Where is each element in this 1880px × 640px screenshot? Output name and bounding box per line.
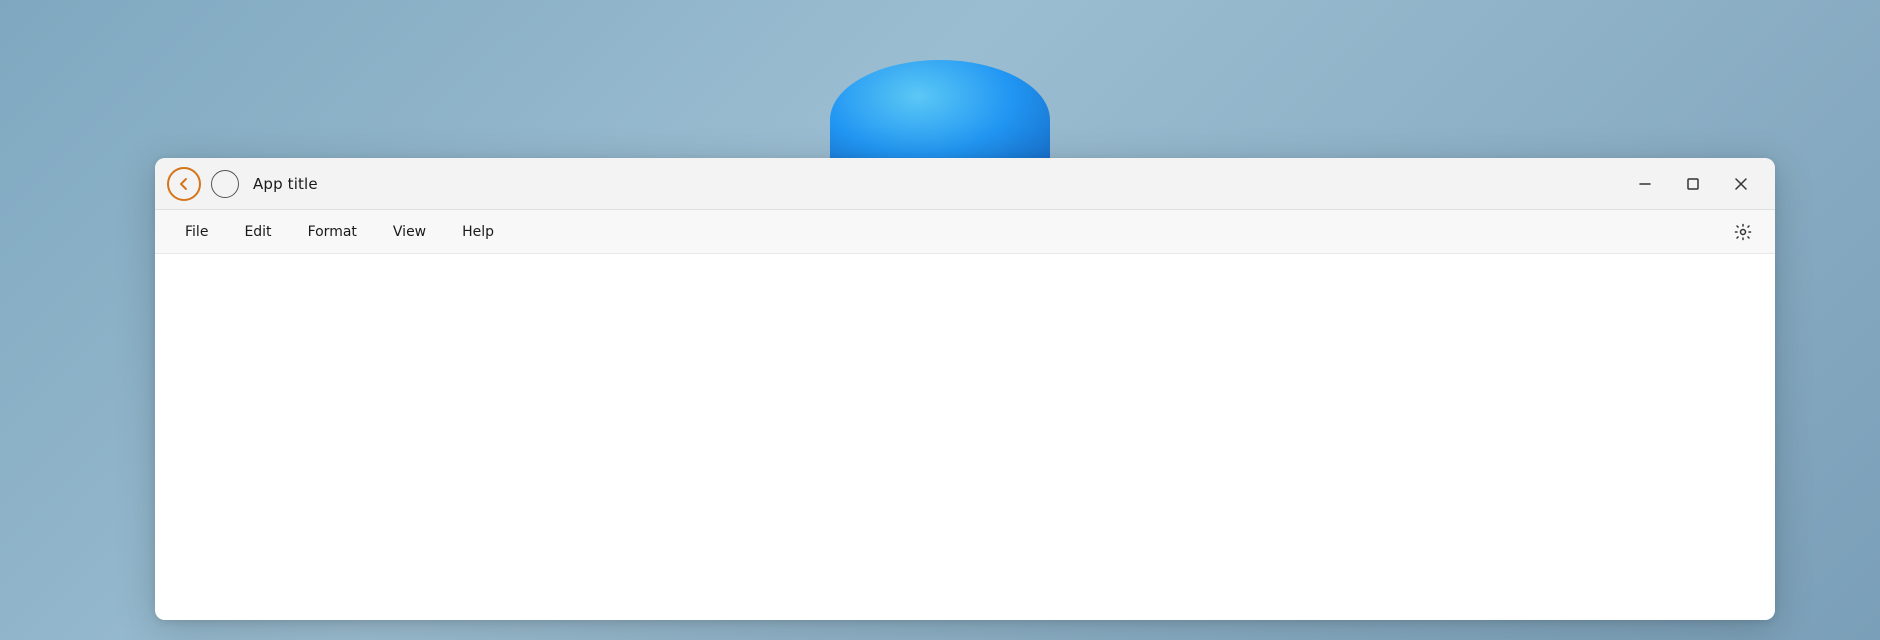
back-button[interactable] [167, 167, 201, 201]
back-arrow-icon [176, 176, 192, 192]
maximize-button[interactable] [1671, 167, 1715, 201]
app-window: App title File Ed [155, 158, 1775, 620]
close-icon [1735, 178, 1747, 190]
window-controls [1623, 167, 1763, 201]
menu-item-help[interactable]: Help [448, 218, 508, 246]
menu-item-file[interactable]: File [171, 218, 222, 246]
content-area [155, 254, 1775, 620]
close-button[interactable] [1719, 167, 1763, 201]
menu-item-format[interactable]: Format [294, 218, 371, 246]
app-title: App title [253, 175, 318, 193]
menubar-items: File Edit Format View Help [171, 218, 1727, 246]
menu-item-view[interactable]: View [379, 218, 440, 246]
titlebar-left: App title [167, 167, 1623, 201]
menubar: File Edit Format View Help [155, 210, 1775, 254]
settings-button[interactable] [1727, 216, 1759, 248]
gear-icon [1733, 222, 1753, 242]
titlebar: App title [155, 158, 1775, 210]
maximize-icon [1687, 178, 1699, 190]
circle-button[interactable] [211, 170, 239, 198]
minimize-icon [1639, 178, 1651, 190]
minimize-button[interactable] [1623, 167, 1667, 201]
menu-item-edit[interactable]: Edit [230, 218, 285, 246]
